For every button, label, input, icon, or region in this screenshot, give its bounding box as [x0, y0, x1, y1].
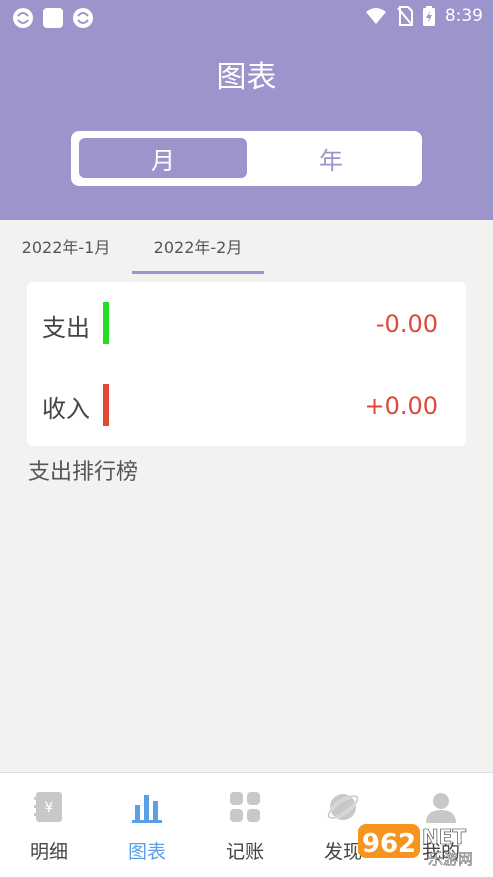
watermark-suffix: NET	[422, 825, 466, 849]
tab-month-jan[interactable]: 2022年-1月	[12, 236, 120, 274]
battery-charging-icon	[422, 6, 435, 26]
ledger-icon: ¥	[34, 792, 62, 822]
nav-item-details[interactable]: ¥ 明细	[0, 773, 98, 877]
year-toggle-button[interactable]: 年	[247, 138, 415, 178]
income-amount: +0.00	[364, 392, 438, 420]
grid-icon	[230, 792, 260, 822]
nav-item-bookkeeping[interactable]: 记账	[196, 773, 294, 877]
month-toggle-button[interactable]: 月	[79, 138, 247, 178]
person-icon	[426, 793, 456, 823]
page-title: 图表	[216, 60, 277, 95]
app-square-icon	[43, 8, 63, 28]
header-bar: 8:39 图表 月 年	[0, 0, 493, 220]
sync-icon	[73, 8, 93, 28]
tab-month-feb[interactable]: 2022年-2月	[132, 236, 264, 274]
watermark-brand: 962	[362, 829, 416, 859]
planet-icon	[327, 794, 359, 820]
expense-label: 支出	[42, 314, 90, 342]
notification-icons	[12, 7, 94, 29]
expense-indicator	[103, 302, 109, 344]
sync-icon	[13, 8, 33, 28]
bar-chart-icon	[132, 795, 162, 823]
summary-card: 支出 -0.00 收入 +0.00	[27, 282, 466, 446]
clock: 8:39	[444, 6, 483, 26]
income-label: 收入	[42, 395, 90, 423]
watermark-text: 乐游网	[428, 850, 473, 868]
nav-label: 记账	[225, 841, 264, 863]
wifi-icon	[365, 8, 386, 24]
system-status: 8:39	[365, 6, 483, 26]
no-sim-icon	[397, 6, 413, 26]
income-indicator	[103, 384, 109, 426]
expense-amount: -0.00	[375, 310, 438, 338]
nav-label: 图表	[127, 841, 166, 863]
nav-label: 明细	[29, 841, 68, 863]
status-bar: 8:39	[0, 0, 493, 36]
svg-text:¥: ¥	[45, 800, 54, 816]
nav-item-charts[interactable]: 图表	[98, 773, 196, 877]
period-toggle: 月 年	[71, 131, 422, 186]
expense-ranking-title: 支出排行榜	[28, 460, 139, 485]
watermark-logo: 962 NET 乐游网	[358, 824, 473, 868]
